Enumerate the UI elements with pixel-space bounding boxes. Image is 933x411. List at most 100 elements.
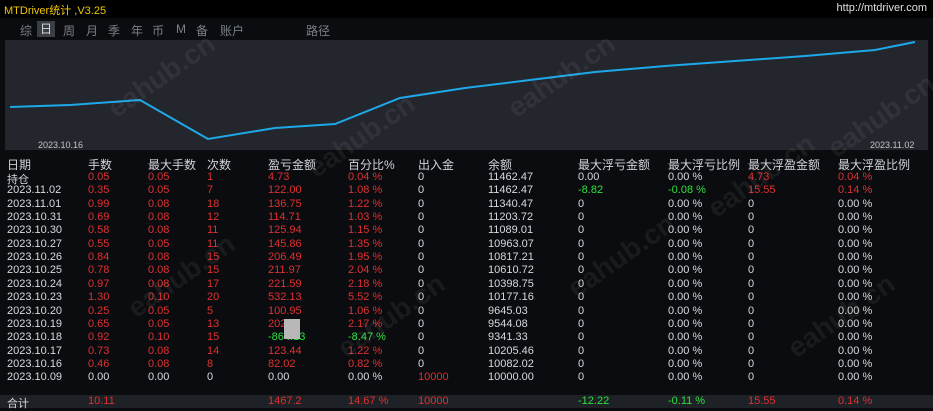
table-row[interactable]: 2023.10.16 0.46 0.08 8 82.02 0.82 % 0 10082.02 0… (0, 358, 933, 371)
table-cell: 2023.10.23 (7, 291, 63, 304)
table-cell: -8.82 (578, 184, 604, 197)
table-cell: 0.00 % (668, 317, 703, 330)
table-cell: 0 (748, 211, 755, 224)
table-cell: 2023.11.01 (7, 197, 62, 210)
table-cell: 0 (748, 331, 755, 344)
table-cell: 0.00 (148, 371, 170, 384)
app-url-link[interactable]: http://mtdriver.com (837, 2, 927, 14)
table-cell: 0 (578, 197, 585, 210)
table-cell: 15.55 (748, 184, 776, 197)
tab-3[interactable]: 月 (86, 22, 98, 39)
table-cell: 2023.10.25 (7, 264, 63, 277)
table-cell: 0.00 % (668, 264, 703, 277)
table-cell: 0.00 % (838, 371, 873, 384)
table-row[interactable]: 2023.10.31 0.69 0.08 12 114.71 1.03 % 0 11203.7… (0, 211, 933, 224)
table-row[interactable]: 2023.10.180.920.1015-864.13-8.47 %09341.… (0, 331, 933, 344)
table-cell: 206.49 (268, 251, 302, 264)
table-row[interactable]: 2023.10.09 0.00 0.00 0 0.00 0.00 % 10000 10000.… (0, 371, 933, 384)
table-row[interactable]: 2023.10.23 1.30 0.10 20 532.13 5.52 % 0 10177.1… (0, 291, 933, 304)
table-cell: 11203.72 (488, 211, 534, 224)
table-cell: 9544.08 (488, 317, 528, 330)
table-cell: 0.00 % (838, 237, 873, 250)
table-cell: 10000.00 (488, 371, 534, 384)
table-cell: 0.10 (148, 331, 170, 344)
table-cell: 0.00 % (668, 224, 703, 237)
table-cell: 0.92 (88, 331, 110, 344)
table-cell: 0.35 (88, 184, 110, 197)
tab-8[interactable]: 备 (196, 22, 208, 39)
table-row[interactable]: 2023.10.30 0.58 0.08 11 125.94 1.15 % 0 11089.0… (0, 224, 933, 237)
table-cell: 15 (207, 251, 220, 264)
table-cell: 0.05 (148, 171, 170, 183)
tab-10[interactable]: 路径 (306, 22, 330, 39)
table-cell: 0 (578, 357, 585, 370)
table-row[interactable]: 2023.11.02 0.35 0.05 7 122.00 1.08 % 0 11462.47… (0, 184, 933, 197)
table-cell: 0 (748, 304, 755, 317)
tab-2[interactable]: 周 (63, 22, 75, 39)
table-cell: 2023.10.17 (7, 344, 63, 357)
table-row[interactable]: 2023.10.20 0.25 0.05 5 100.95 1.06 % 0 9645.03 0… (0, 305, 933, 318)
table-cell: 1 (207, 171, 214, 183)
chart-end-date: 2023.11.02 (870, 140, 915, 150)
table-row[interactable]: 2023.10.24 0.97 0.08 17 221.59 2.18 % 0 10398.7… (0, 278, 933, 291)
table-row[interactable]: 2023.10.19 0.65 0.05 13 202 2.17 % 0 9544.08 0 0.… (0, 318, 933, 331)
table-cell: 9341.33 (488, 331, 528, 344)
table-cell: 0 (207, 371, 214, 384)
table-cell: 10398.75 (488, 277, 534, 290)
table-cell: 2023.10.30 (7, 224, 63, 237)
table-cell: 11 (207, 224, 219, 237)
table-cell: 0.14 % (838, 184, 873, 197)
table-cell: 0 (578, 251, 585, 264)
table-cell: 2023.10.27 (7, 237, 63, 250)
table-cell: 0 (748, 237, 755, 250)
table-cell: 2.18 % (348, 277, 383, 290)
table-cell: 0.00 % (668, 304, 703, 317)
total-cell: -12.22 (578, 395, 610, 407)
tab-6[interactable]: 币 (152, 22, 164, 39)
table-row[interactable]: 2023.10.26 0.84 0.08 15 206.49 1.95 % 0 10817.2… (0, 251, 933, 264)
table-cell: 4.73 (748, 171, 770, 183)
tab-5[interactable]: 年 (131, 22, 143, 39)
table-cell: 13 (207, 317, 220, 330)
table-cell: 0 (578, 277, 585, 290)
table-row[interactable]: 2023.10.17 0.73 0.08 14 123.44 1.22 % 0 10205.4… (0, 345, 933, 358)
tab-1[interactable]: 日 (37, 21, 56, 37)
table-cell: 0.84 (88, 251, 110, 264)
table-cell: 0 (418, 224, 425, 237)
table-cell: 0.00 (88, 371, 110, 384)
table-cell: 20 (207, 291, 220, 304)
table-cell: 0.00 % (838, 357, 873, 370)
tab-4[interactable]: 季 (108, 22, 120, 39)
table-cell: 0.05 (148, 317, 170, 330)
table-cell: 1.06 % (348, 304, 383, 317)
table-cell: 0 (418, 197, 425, 210)
tab-7[interactable]: M (176, 22, 186, 36)
table-cell: 1.30 (88, 291, 110, 304)
table-cell: 8 (207, 357, 214, 370)
table-cell: 0.99 (88, 197, 110, 210)
total-cell: 15.55 (748, 395, 776, 407)
table-cell: 0.00 % (668, 291, 703, 304)
table-cell: 1.15 % (348, 224, 383, 237)
table-cell: 11089.01 (488, 224, 534, 237)
table-row[interactable]: 2023.11.01 0.99 0.08 18 136.75 1.22 % 0 11340.4… (0, 198, 933, 211)
table-cell: 10963.07 (488, 237, 534, 250)
table-row[interactable]: 2023.10.25 0.78 0.08 15 211.97 2.04 % 0 10610.7… (0, 264, 933, 277)
table-cell: 12 (207, 211, 220, 224)
table-cell: 123.44 (268, 344, 302, 357)
table-cell: 0.00 % (838, 224, 873, 237)
table-cell: 2.17 % (348, 317, 383, 330)
balance-chart (5, 40, 928, 150)
table-cell: 1.35 % (348, 237, 383, 250)
tab-9[interactable]: 账户 (220, 22, 244, 39)
total-cell: 0.14 % (838, 395, 873, 407)
table-cell: 0 (748, 317, 755, 330)
table-cell: 0.00 % (348, 371, 383, 384)
table-row[interactable]: 2023.10.27 0.55 0.05 11 145.86 1.35 % 0 10963.0… (0, 238, 933, 251)
tab-0[interactable]: 综 (20, 22, 32, 39)
table-cell: 0 (578, 304, 585, 317)
table-cell: 0.58 (88, 224, 110, 237)
table-row[interactable]: 持仓 0.05 0.05 1 4.73 0.04 % 0 11462.47 0.00 0.00 %… (0, 171, 933, 186)
table-cell: 2023.10.18 (7, 331, 63, 344)
table-cell: 0 (748, 251, 755, 264)
